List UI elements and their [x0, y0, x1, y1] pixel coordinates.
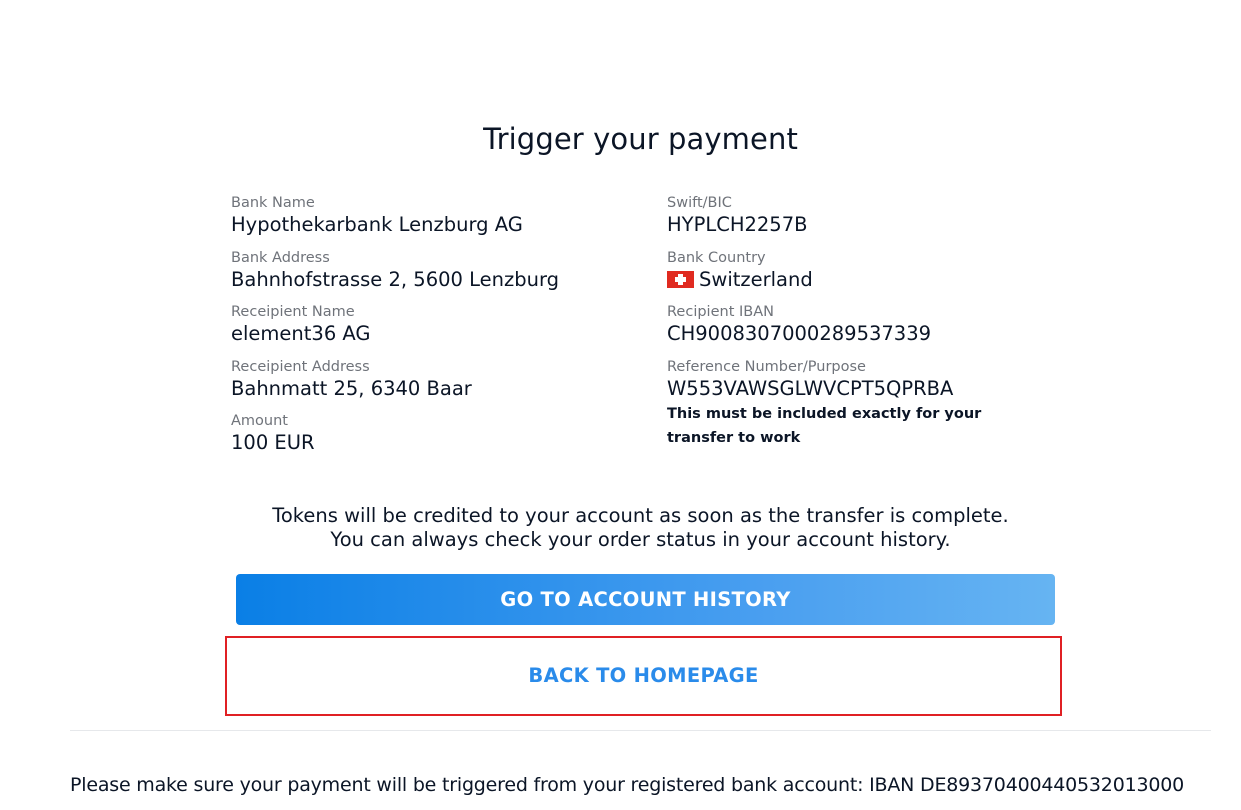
- bank-name-field: Bank Name Hypothekarbank Lenzburg AG: [231, 194, 651, 249]
- amount-label: Amount: [231, 413, 288, 429]
- bank-country-field: Bank Country Switzerland: [667, 249, 1087, 304]
- bank-name-label: Bank Name: [231, 195, 315, 211]
- bank-name-value: Hypothekarbank Lenzburg AG: [231, 213, 523, 236]
- credit-info-text: Tokens will be credited to your account …: [0, 504, 1241, 552]
- registered-account-notice: Please make sure your payment will be tr…: [70, 774, 1185, 796]
- bank-country-value: Switzerland: [699, 267, 813, 291]
- recipient-address-field: Receipient Address Bahnmatt 25, 6340 Baa…: [231, 358, 651, 413]
- recipient-iban-value: CH9008307000289537339: [667, 322, 932, 345]
- recipient-name-field: Receipient Name element36 AG: [231, 303, 651, 358]
- reference-field: Reference Number/Purpose W553VAWSGLWVCPT…: [667, 358, 1087, 450]
- recipient-iban-label: Recipient IBAN: [667, 304, 774, 320]
- bank-details-left-column: Bank Name Hypothekarbank Lenzburg AG Ban…: [231, 194, 651, 467]
- go-to-account-history-button[interactable]: GO TO ACCOUNT HISTORY: [236, 574, 1055, 625]
- amount-field: Amount 100 EUR: [231, 412, 651, 467]
- recipient-address-label: Receipient Address: [231, 358, 370, 375]
- recipient-iban-field: Recipient IBAN CH9008307000289537339: [667, 303, 1087, 358]
- reference-value: W553VAWSGLWVCPT5QPRBA: [667, 376, 954, 400]
- recipient-name-value: element36 AG: [231, 322, 371, 345]
- recipient-name-label: Receipient Name: [231, 304, 355, 320]
- bank-address-value: Bahnhofstrasse 2, 5600 Lenzburg: [231, 267, 560, 291]
- reference-label: Reference Number/Purpose: [667, 358, 866, 375]
- swift-bic-value: HYPLCH2257B: [667, 213, 808, 236]
- bank-details-right-column: Swift/BIC HYPLCH2257B Bank Country Switz…: [667, 194, 1087, 450]
- bank-address-label: Bank Address: [231, 249, 330, 266]
- credit-info-line-1: Tokens will be credited to your account …: [272, 504, 1009, 527]
- swift-bic-field: Swift/BIC HYPLCH2257B: [667, 194, 1087, 249]
- back-to-homepage-button[interactable]: BACK TO HOMEPAGE: [225, 636, 1062, 716]
- bank-address-field: Bank Address Bahnhofstrasse 2, 5600 Lenz…: [231, 249, 651, 304]
- page-title: Trigger your payment: [483, 122, 798, 156]
- recipient-address-value: Bahnmatt 25, 6340 Baar: [231, 376, 472, 400]
- credit-info-line-2: You can always check your order status i…: [330, 528, 951, 551]
- swift-bic-label: Swift/BIC: [667, 195, 732, 211]
- amount-value: 100 EUR: [231, 431, 315, 454]
- divider: [70, 730, 1211, 731]
- bank-country-label: Bank Country: [667, 249, 766, 266]
- swiss-flag-icon: [667, 270, 694, 288]
- bank-country-value-row: Switzerland: [667, 267, 1087, 293]
- reference-note: This must be included exactly for your t…: [667, 405, 982, 446]
